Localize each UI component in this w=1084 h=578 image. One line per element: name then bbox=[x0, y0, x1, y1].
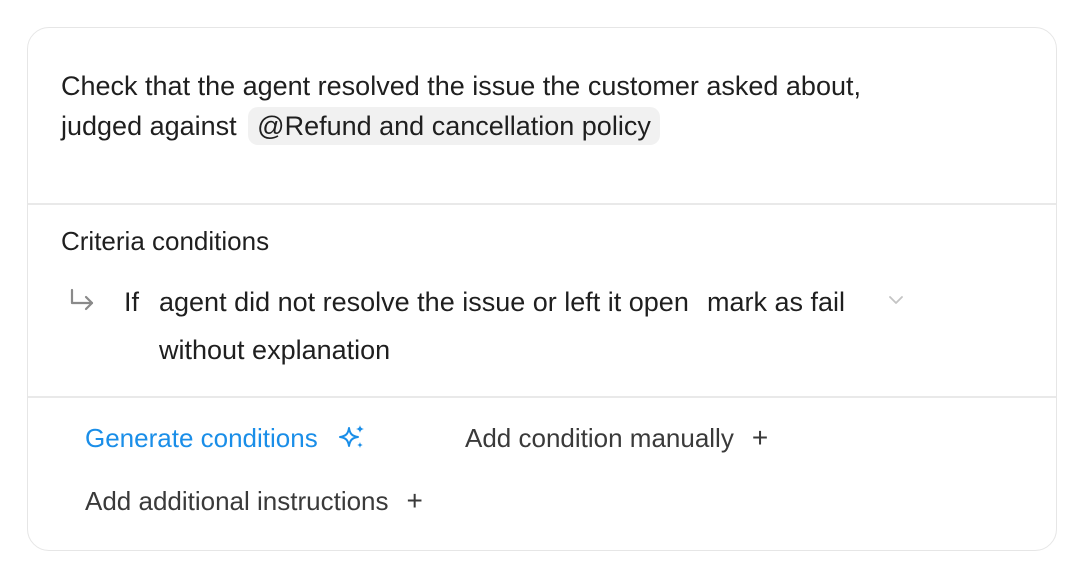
plus-icon: + bbox=[751, 422, 769, 453]
add-additional-instructions-button[interactable]: Add additional instructions + bbox=[85, 483, 423, 519]
criteria-prompt[interactable]: Check that the agent resolved the issue … bbox=[61, 66, 1021, 146]
plus-icon: + bbox=[406, 485, 423, 516]
section-title: Criteria conditions bbox=[61, 226, 270, 256]
return-arrow-icon bbox=[70, 288, 94, 311]
criteria-card: Check that the agent resolved the issue … bbox=[27, 27, 1057, 551]
chevron-down-icon[interactable] bbox=[886, 290, 906, 310]
divider bbox=[28, 203, 1056, 205]
add-condition-manually-label: Add condition manually bbox=[465, 423, 734, 453]
prompt-line-2: judged against bbox=[61, 111, 237, 141]
prompt-line-1: Check that the agent resolved the issue … bbox=[61, 71, 861, 101]
divider bbox=[28, 396, 1056, 398]
condition-action-select[interactable]: mark as fail bbox=[707, 282, 845, 322]
condition-text[interactable]: agent did not resolve the issue or left … bbox=[159, 278, 699, 374]
generate-conditions-label: Generate conditions bbox=[85, 423, 318, 453]
generate-conditions-button[interactable]: Generate conditions bbox=[85, 420, 367, 456]
add-condition-manually-button[interactable]: Add condition manually + bbox=[465, 420, 768, 456]
sparkle-icon bbox=[338, 425, 364, 449]
policy-mention-chip[interactable]: @Refund and cancellation policy bbox=[248, 107, 660, 145]
condition-if-label: If bbox=[124, 287, 140, 317]
add-additional-instructions-label: Add additional instructions bbox=[85, 486, 389, 516]
